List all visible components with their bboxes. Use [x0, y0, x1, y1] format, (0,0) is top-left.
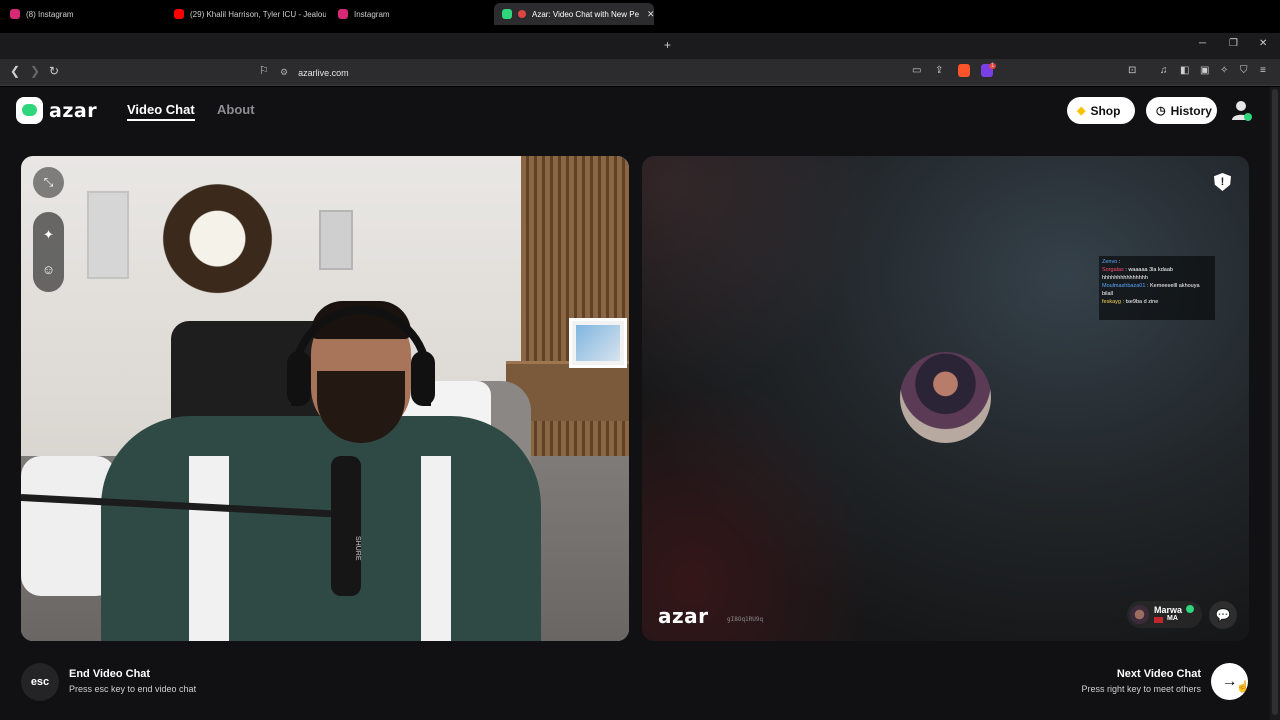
media-icon[interactable]: ♫ — [1160, 65, 1168, 76]
tab-azar-active[interactable]: Azar: Video Chat with New Pe ✕ — [494, 3, 654, 25]
end-chat-title: End Video Chat — [69, 668, 151, 680]
azar-watermark: azar — [658, 604, 709, 628]
watermark-id: gI8Oq1RU9q — [727, 616, 764, 623]
screenshot-icon[interactable]: ⊡ — [1128, 65, 1136, 76]
chat-user: feskayg — [1102, 299, 1121, 305]
person-jacket — [101, 416, 541, 641]
peer-small-avatar — [1130, 605, 1149, 624]
face-filter-icon[interactable]: ☺ — [33, 254, 64, 285]
chat-user: Zenvo — [1102, 259, 1118, 265]
chat-text: tse9ba d zine — [1125, 299, 1159, 305]
mouse-cursor-icon: ☝ — [1236, 681, 1250, 693]
share-icon[interactable]: ⇪ — [935, 65, 943, 76]
clock-icon: ◷ — [1156, 105, 1166, 117]
restore-icon[interactable]: ❐ — [1229, 38, 1238, 49]
ram-logo-decor — [155, 184, 280, 314]
minimize-icon[interactable]: ─ — [1199, 38, 1206, 49]
award-plaque — [87, 191, 129, 279]
morocco-flag-icon — [1154, 617, 1163, 623]
nav-video-chat[interactable]: Video Chat — [127, 102, 195, 121]
tab-instagram-2[interactable]: Instagram — [330, 3, 490, 25]
magic-wand-icon[interactable]: ✦ — [33, 219, 64, 250]
brave-shields-icon[interactable] — [958, 64, 970, 77]
url-field[interactable]: ⚙ azarlive.com — [280, 63, 1000, 82]
headphone-earcup — [287, 351, 311, 406]
instagram-icon — [338, 9, 348, 19]
back-icon[interactable]: ❮ — [10, 64, 20, 78]
minimize-video-icon[interactable]: ⤡ — [33, 167, 64, 198]
azar-favicon-icon — [502, 9, 512, 19]
leo-ai-icon[interactable]: ✧ — [1220, 65, 1228, 76]
youtube-icon — [174, 9, 184, 19]
cast-icon[interactable]: ▭ — [912, 65, 921, 76]
headphone-earcup — [411, 351, 435, 406]
jacket-stripe — [421, 456, 451, 641]
mic-brand: SHURE — [354, 536, 361, 561]
video-tint — [642, 156, 902, 416]
history-label: History — [1170, 103, 1212, 118]
sidebar-icon[interactable]: ◧ — [1180, 65, 1189, 76]
instagram-icon — [10, 9, 20, 19]
shop-label: Shop — [1090, 103, 1121, 118]
self-video: SHURE — [21, 156, 629, 641]
tab-label: Instagram — [354, 9, 390, 19]
scrollbar-thumb[interactable] — [1272, 89, 1278, 715]
peer-avatar — [900, 352, 991, 443]
menu-icon[interactable]: ≡ — [1260, 65, 1266, 76]
award-plaque — [319, 210, 353, 270]
close-tab-icon[interactable]: ✕ — [639, 9, 654, 20]
tab-label: Azar: Video Chat with New Pe — [532, 9, 640, 19]
jacket-stripe — [189, 456, 229, 641]
tab-instagram-1[interactable]: (8) Instagram — [2, 3, 162, 25]
url-text: azarlive.com — [298, 67, 349, 78]
forward-icon[interactable]: ❯ — [30, 64, 40, 78]
stream-chat-overlay: Zenvo : Sorgalas : waaaaa 3la kdaab hhhh… — [1099, 256, 1215, 320]
logo-text: azar — [49, 99, 98, 122]
vpn-icon[interactable]: ⛉ — [1240, 65, 1248, 76]
history-button[interactable]: ◷ History — [1146, 97, 1217, 124]
shop-button[interactable]: ◆ Shop — [1067, 97, 1135, 124]
tab-label: (29) Khalil Harrison, Tyler ICU - Jealou — [190, 9, 326, 19]
peer-country: MA — [1167, 615, 1178, 622]
chat-user: Moulmashbaza01 — [1102, 283, 1146, 289]
bookmark-icon[interactable]: ⚐ — [259, 64, 269, 77]
end-chat-hint: Press esc key to end video chat — [69, 684, 197, 694]
next-chat-hint: Press right key to meet others — [1081, 684, 1201, 694]
verified-badge-icon — [1186, 605, 1194, 613]
new-tab-button[interactable]: + — [664, 38, 671, 52]
next-chat-title: Next Video Chat — [1116, 668, 1201, 680]
recording-icon — [518, 10, 526, 18]
tab-strip — [0, 33, 1280, 59]
end-chat-button[interactable]: esc — [21, 663, 59, 701]
reload-icon[interactable]: ↻ — [49, 64, 59, 78]
tab-label: (8) Instagram — [26, 9, 74, 19]
close-window-icon[interactable]: ✕ — [1259, 38, 1267, 49]
site-settings-icon[interactable]: ⚙ — [280, 67, 288, 78]
peer-name: Marwa — [1154, 605, 1183, 615]
chat-user: Sorgalas — [1102, 267, 1124, 273]
tab-youtube[interactable]: (29) Khalil Harrison, Tyler ICU - Jealou — [166, 3, 326, 25]
chat-bubble-icon[interactable]: 💬 — [1209, 601, 1237, 629]
nav-about[interactable]: About — [217, 102, 255, 117]
azar-logo[interactable]: azar — [16, 97, 97, 124]
microphone — [331, 456, 361, 596]
wallet-icon[interactable]: ▣ — [1200, 65, 1209, 76]
profile-avatar-icon[interactable] — [1230, 99, 1252, 121]
picture-frame — [569, 318, 627, 368]
gem-icon: ◆ — [1077, 105, 1086, 117]
azar-logo-icon — [16, 97, 43, 124]
